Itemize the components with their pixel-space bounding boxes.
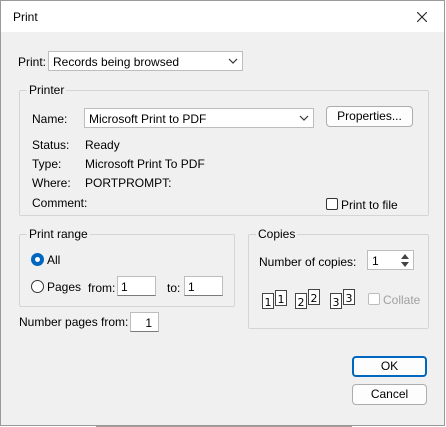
status-label: Status: bbox=[32, 138, 70, 152]
from-label: from: bbox=[88, 281, 116, 295]
print-all-radio[interactable] bbox=[31, 253, 44, 266]
close-icon bbox=[417, 11, 427, 22]
title-bar: Print bbox=[1, 1, 444, 32]
printer-group-title: Printer bbox=[27, 83, 67, 97]
number-of-copies-spinner[interactable]: 1 bbox=[367, 250, 414, 270]
collate-page-2b: 2 bbox=[308, 289, 320, 305]
close-button[interactable] bbox=[400, 1, 444, 32]
collate-checkbox[interactable] bbox=[368, 293, 380, 305]
collate-page-3a: 3 bbox=[330, 293, 342, 309]
chevron-down-icon bbox=[228, 58, 238, 64]
spin-up-icon[interactable] bbox=[400, 253, 410, 260]
print-dialog: Print Print: Records being browsed Print… bbox=[0, 0, 445, 426]
collate-page-1b: 1 bbox=[275, 290, 287, 306]
number-pages-from-input[interactable]: 1 bbox=[130, 312, 159, 332]
chevron-down-icon bbox=[299, 115, 309, 121]
cancel-button[interactable]: Cancel bbox=[352, 384, 427, 405]
copies-group-title: Copies bbox=[256, 227, 298, 241]
print-to-file-checkbox[interactable] bbox=[326, 198, 338, 210]
comment-label: Comment: bbox=[32, 196, 88, 210]
spin-down-icon[interactable] bbox=[400, 261, 410, 268]
printer-name-value: Microsoft Print to PDF bbox=[89, 112, 207, 126]
window-title: Print bbox=[13, 10, 38, 24]
number-pages-from-label: Number pages from: bbox=[19, 315, 129, 329]
type-label: Type: bbox=[32, 157, 62, 171]
print-to-file-label: Print to file bbox=[341, 198, 398, 212]
where-value: PORTPROMPT: bbox=[85, 176, 172, 190]
collate-page-1a: 1 bbox=[262, 293, 274, 309]
to-label: to: bbox=[167, 281, 181, 295]
copies-group: Copies bbox=[248, 227, 429, 329]
number-pages-from-value: 1 bbox=[145, 316, 152, 330]
print-range-group-title: Print range bbox=[27, 227, 90, 241]
collate-label: Collate bbox=[383, 293, 421, 307]
print-pages-radio[interactable] bbox=[31, 280, 44, 293]
collate-page-3b: 3 bbox=[343, 289, 355, 305]
number-of-copies-value: 1 bbox=[372, 254, 379, 268]
type-value: Microsoft Print To PDF bbox=[85, 157, 205, 171]
print-range-group: Print range bbox=[19, 227, 235, 307]
where-label: Where: bbox=[32, 176, 71, 190]
from-page-value: 1 bbox=[121, 280, 128, 294]
print-pages-label: Pages bbox=[47, 280, 82, 294]
ok-button[interactable]: OK bbox=[352, 356, 427, 377]
printer-name-select[interactable]: Microsoft Print to PDF bbox=[84, 108, 314, 128]
number-of-copies-label: Number of copies: bbox=[259, 255, 357, 269]
print-all-label: All bbox=[47, 253, 61, 267]
print-records-select[interactable]: Records being browsed bbox=[48, 51, 243, 71]
to-page-value: 1 bbox=[188, 280, 195, 294]
properties-button[interactable]: Properties... bbox=[326, 106, 413, 127]
status-value: Ready bbox=[85, 138, 120, 152]
to-page-input[interactable]: 1 bbox=[184, 276, 223, 296]
print-label: Print: bbox=[18, 55, 47, 69]
collate-page-2a: 2 bbox=[295, 293, 307, 309]
printer-name-label: Name: bbox=[32, 112, 68, 126]
print-records-value: Records being browsed bbox=[53, 55, 180, 69]
from-page-input[interactable]: 1 bbox=[117, 276, 156, 296]
